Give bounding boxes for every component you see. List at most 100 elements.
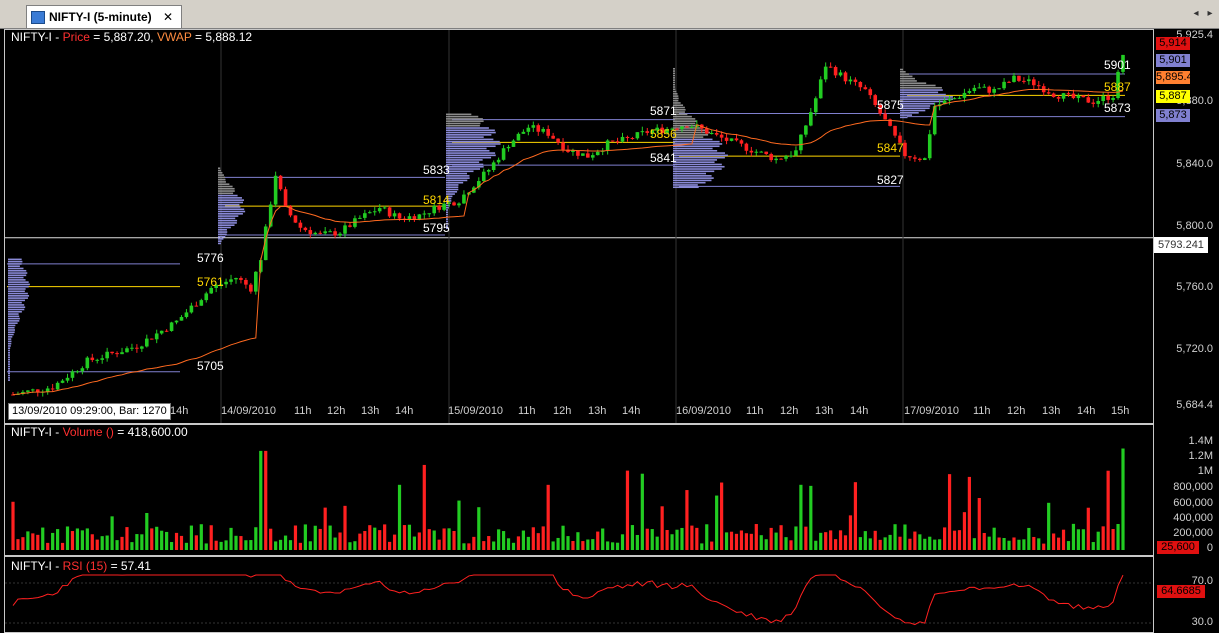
- price-level-label: 5814: [423, 193, 450, 207]
- candle-body: [363, 213, 367, 218]
- volume-profile-bar: [673, 186, 699, 189]
- volume-bar: [898, 536, 902, 550]
- volume-bar: [145, 513, 149, 550]
- candle-body: [1007, 81, 1011, 83]
- volume-bar: [923, 538, 927, 550]
- chart-window-icon: [31, 11, 45, 24]
- candle-body: [625, 136, 630, 139]
- volume-bar: [333, 537, 337, 550]
- volume-profile-bar: [673, 172, 707, 175]
- volume-profile-bar: [8, 283, 30, 286]
- volume-bar: [804, 526, 808, 550]
- volume-bar: [229, 527, 233, 550]
- volume-bar: [378, 530, 382, 550]
- volume-bar: [194, 535, 198, 550]
- candle-body: [422, 213, 427, 215]
- volume-profile-bar: [446, 113, 472, 116]
- candle-body: [1066, 93, 1071, 95]
- price-panel[interactable]: NIFTY-I - Price = 5,887.20, VWAP = 5,888…: [4, 29, 1154, 424]
- candle-body: [120, 352, 124, 355]
- candle-body: [130, 347, 134, 349]
- volume-bar: [388, 541, 392, 550]
- candle-body: [1076, 95, 1081, 99]
- volume-bar: [546, 484, 550, 550]
- volume-profile-bar: [446, 115, 479, 118]
- volume-bar: [769, 527, 773, 550]
- volume-bar: [749, 533, 753, 550]
- candle-body: [853, 79, 858, 82]
- volume-bar: [234, 535, 238, 550]
- volume-bar: [576, 532, 580, 550]
- volume-profile-bar: [673, 163, 722, 166]
- volume-bar: [655, 536, 659, 550]
- candle-body: [308, 230, 313, 235]
- volume-bar: [541, 526, 545, 550]
- price-chart[interactable]: [5, 30, 1153, 423]
- candle-body: [521, 131, 526, 134]
- volume-profile-bar: [218, 174, 224, 176]
- time-axis-label: 14h: [395, 405, 414, 417]
- volume-profile-bar: [8, 345, 11, 347]
- candle-body: [680, 126, 684, 130]
- candle-body: [541, 128, 546, 132]
- candle-body: [967, 91, 972, 93]
- volume-profile-bar: [446, 159, 483, 161]
- volume-bar: [903, 524, 907, 550]
- candle-body: [828, 66, 833, 68]
- volume-bar: [729, 531, 734, 550]
- volume-bar: [412, 536, 416, 550]
- volume-bar: [397, 484, 402, 550]
- volume-profile-bar: [673, 145, 720, 148]
- time-axis-label: 15h: [1111, 405, 1130, 417]
- volume-profile-bar: [8, 331, 15, 334]
- volume-profile-bar: [218, 185, 233, 188]
- rsi-last-tag: 64.6685: [1157, 585, 1205, 598]
- volume-profile-bar: [446, 118, 483, 120]
- candle-body: [1027, 79, 1031, 82]
- rsi-panel-title: NIFTY-I - RSI (15) = 57.41: [11, 559, 151, 573]
- volume-bar: [1032, 536, 1036, 550]
- candle-body: [298, 222, 303, 228]
- volume-chart[interactable]: [5, 425, 1153, 555]
- time-axis-label: 13h: [815, 405, 834, 417]
- candle-body: [140, 346, 144, 349]
- volume-profile-bar: [446, 127, 489, 129]
- volume-profile-bar: [8, 308, 25, 311]
- volume-bar: [313, 525, 317, 550]
- volume-bar: [695, 527, 699, 550]
- volume-bar: [46, 542, 50, 550]
- volume-bar: [680, 527, 684, 550]
- volume-bar: [125, 527, 129, 550]
- volume-profile-bar: [8, 356, 10, 359]
- rsi-chart[interactable]: [5, 557, 1153, 632]
- candle-body: [908, 156, 912, 158]
- volume-profile-bar: [8, 292, 28, 295]
- candle-body: [194, 305, 199, 307]
- volume-profile-bar: [673, 170, 715, 173]
- volume-bar: [675, 529, 679, 550]
- volume-profile-bar: [446, 177, 470, 179]
- scroll-left-icon[interactable]: ◂: [1190, 7, 1202, 21]
- volume-bar: [779, 525, 783, 550]
- candle-body: [759, 151, 764, 153]
- volume-bar: [70, 531, 75, 550]
- volume-tick-label: 1.2M: [1188, 450, 1213, 462]
- candle-body: [55, 382, 60, 390]
- rsi-panel[interactable]: NIFTY-I - RSI (15) = 57.41: [4, 556, 1154, 633]
- volume-panel[interactable]: NIFTY-I - Volume () = 418,600.00: [4, 424, 1154, 556]
- volume-profile-bar: [8, 281, 29, 283]
- volume-profile-bar: [218, 199, 244, 201]
- chart-tab[interactable]: NIFTY-I (5-minute) ✕: [26, 5, 183, 28]
- volume-last-tag: 25,600: [1157, 541, 1199, 554]
- volume-profile-bar: [673, 86, 676, 88]
- candle-body: [809, 112, 813, 126]
- close-tab-icon[interactable]: ✕: [163, 6, 173, 28]
- candle-body: [457, 203, 461, 206]
- volume-bar: [130, 542, 134, 550]
- candle-body: [536, 125, 541, 132]
- candle-body: [685, 126, 689, 128]
- volume-bar: [115, 540, 119, 550]
- volume-bar: [447, 528, 451, 550]
- scroll-right-icon[interactable]: ▸: [1204, 7, 1216, 21]
- volume-bar: [829, 530, 833, 550]
